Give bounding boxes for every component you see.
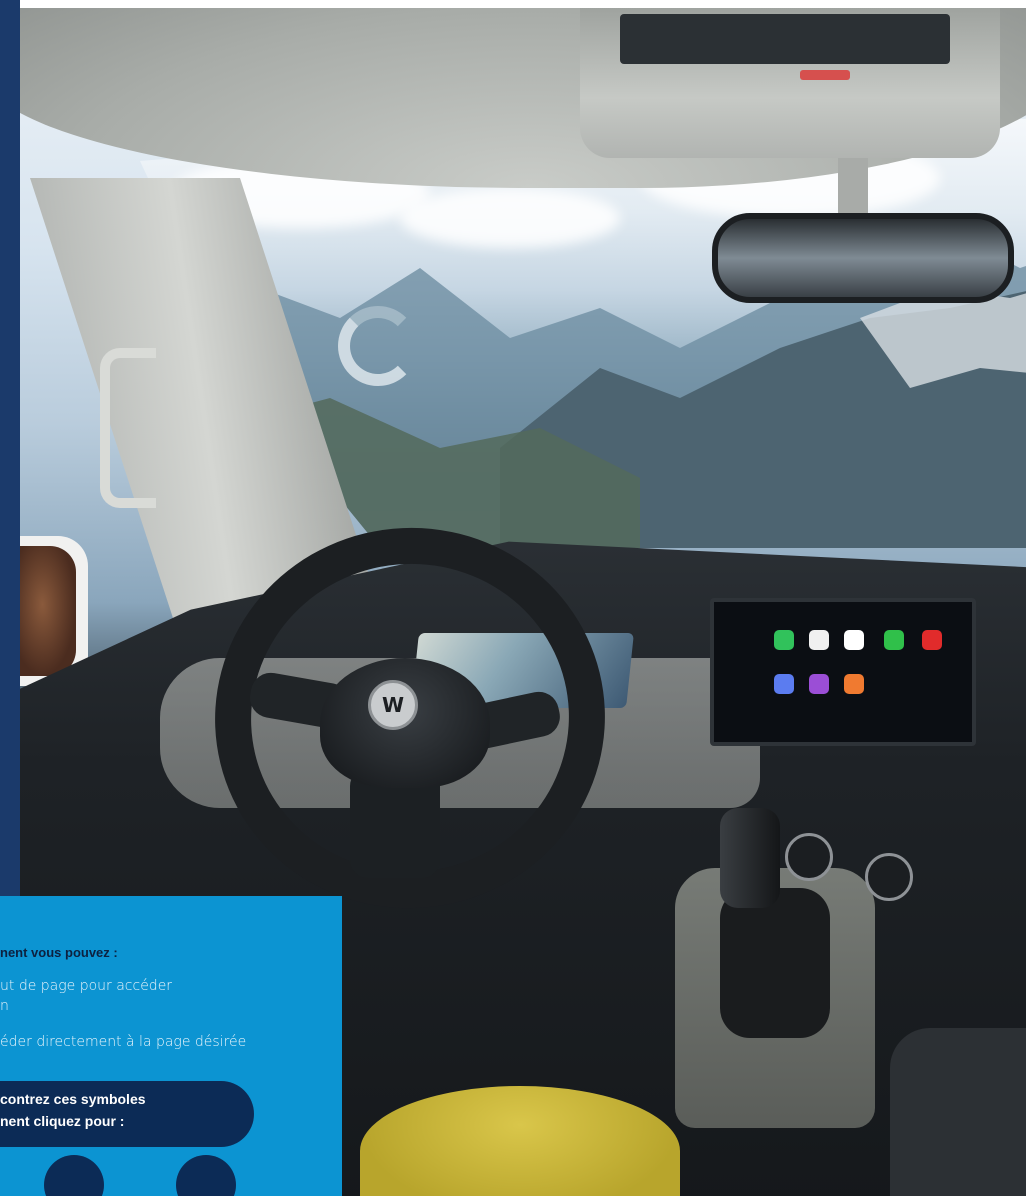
vw-logo-icon: W bbox=[368, 680, 418, 730]
passenger-seat bbox=[890, 1028, 1026, 1196]
infotainment-screen bbox=[710, 598, 976, 746]
info-line-1: ut de page pour accéder bbox=[0, 978, 173, 994]
info-heading: nent vous pouvez : bbox=[0, 945, 118, 960]
gear-shifter bbox=[720, 808, 780, 908]
music-app-icon bbox=[809, 630, 829, 650]
info-line-3: éder directement à la page désirée bbox=[0, 1034, 247, 1050]
now-playing-app-icon bbox=[922, 630, 942, 650]
shifter-boot bbox=[720, 888, 830, 1038]
overhead-display bbox=[620, 14, 950, 64]
hazard-light bbox=[800, 70, 850, 80]
nav-round-button-left[interactable] bbox=[44, 1155, 104, 1196]
overhead-console bbox=[580, 8, 1000, 158]
messages-app-icon bbox=[884, 630, 904, 650]
info-line-2: n bbox=[0, 998, 9, 1014]
mirror-stem bbox=[838, 158, 868, 220]
nav-round-button-right[interactable] bbox=[176, 1155, 236, 1196]
symbols-callout: contrez ces symboles nent cliquez pour : bbox=[0, 1081, 254, 1147]
sky-reflection bbox=[338, 306, 418, 386]
climate-knob-left bbox=[785, 833, 833, 881]
callout-line-1: contrez ces symboles bbox=[0, 1091, 146, 1107]
climate-knob-right bbox=[865, 853, 913, 901]
podcasts-app-icon bbox=[809, 674, 829, 694]
mirror-reflection-face bbox=[20, 546, 76, 676]
settings-app-icon bbox=[774, 674, 794, 694]
phone-app-icon bbox=[774, 630, 794, 650]
books-app-icon bbox=[844, 674, 864, 694]
callout-line-2: nent cliquez pour : bbox=[0, 1113, 125, 1129]
maps-app-icon bbox=[844, 630, 864, 650]
info-panel: nent vous pouvez : ut de page pour accéd… bbox=[0, 896, 342, 1196]
grab-handle bbox=[100, 348, 156, 508]
rearview-mirror bbox=[712, 213, 1014, 303]
